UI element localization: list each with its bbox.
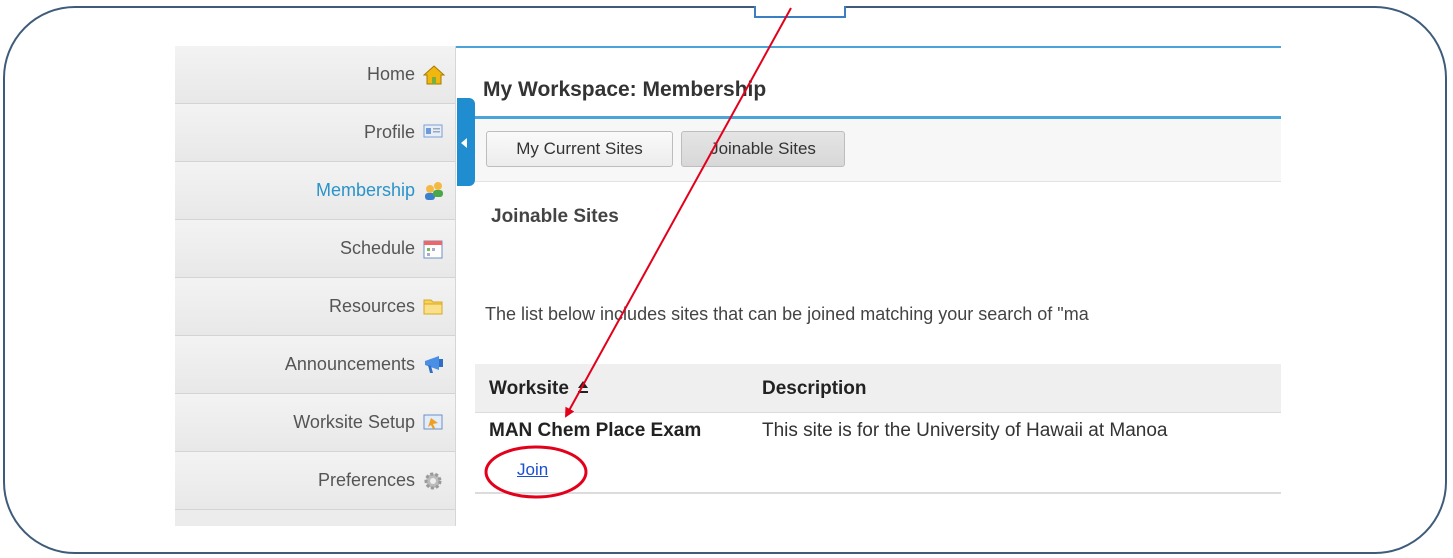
schedule-icon bbox=[423, 239, 443, 259]
tab-joinable-sites[interactable]: Joinable Sites bbox=[681, 131, 845, 167]
table-header: Worksite Description bbox=[475, 364, 1281, 413]
column-header-description: Description bbox=[762, 378, 867, 399]
worksite-name: MAN Chem Place Exam bbox=[489, 420, 702, 441]
sidebar-item-label: Membership bbox=[315, 180, 415, 200]
sidebar-item-label: Profile bbox=[363, 122, 415, 142]
section-heading: Joinable Sites bbox=[491, 206, 619, 227]
sidebar: Home Profile Membership Schedule Resourc… bbox=[175, 46, 456, 526]
sidebar-item-home[interactable]: Home bbox=[175, 46, 455, 104]
sort-ascending-icon[interactable] bbox=[577, 380, 589, 394]
sidebar-item-label: Announcements bbox=[284, 354, 415, 374]
gear-icon bbox=[423, 471, 443, 491]
sidebar-item-announcements[interactable]: Announcements bbox=[175, 336, 455, 394]
sidebar-item-label: Resources bbox=[328, 296, 415, 316]
home-icon bbox=[422, 64, 446, 85]
sidebar-item-label: Preferences bbox=[317, 470, 415, 490]
folder-icon bbox=[423, 297, 443, 317]
worksite-setup-icon bbox=[423, 413, 443, 433]
sidebar-item-schedule[interactable]: Schedule bbox=[175, 220, 455, 278]
sidebar-item-preferences[interactable]: Preferences bbox=[175, 452, 455, 510]
sidebar-item-label: Home bbox=[366, 64, 415, 84]
main-content: My Workspace: Membership My Current Site… bbox=[475, 46, 1281, 526]
sidebar-item-membership[interactable]: Membership bbox=[175, 162, 455, 220]
app-screen: Home Profile Membership Schedule Resourc… bbox=[175, 46, 1281, 526]
page-title: My Workspace: Membership bbox=[483, 78, 767, 101]
collapse-sidebar-toggle[interactable] bbox=[457, 98, 475, 186]
sidebar-item-resources[interactable]: Resources bbox=[175, 278, 455, 336]
worksite-description: This site is for the University of Hawai… bbox=[762, 420, 1168, 441]
instructions-text: The list below includes sites that can b… bbox=[485, 304, 1089, 324]
callout-source-box bbox=[754, 6, 846, 18]
row-divider bbox=[475, 492, 1281, 494]
tab-bar: My Current Sites Joinable Sites bbox=[475, 119, 1281, 182]
join-link[interactable]: Join bbox=[517, 460, 548, 480]
sidebar-item-label: Schedule bbox=[339, 238, 415, 258]
sidebar-item-worksite-setup[interactable]: Worksite Setup bbox=[175, 394, 455, 452]
column-header-worksite[interactable]: Worksite bbox=[489, 378, 569, 400]
tab-my-current-sites[interactable]: My Current Sites bbox=[486, 131, 673, 167]
membership-icon bbox=[423, 181, 443, 201]
sidebar-item-profile[interactable]: Profile bbox=[175, 104, 455, 162]
announcements-icon bbox=[423, 355, 443, 375]
sidebar-item-label: Worksite Setup bbox=[293, 412, 415, 432]
profile-icon bbox=[423, 123, 443, 143]
